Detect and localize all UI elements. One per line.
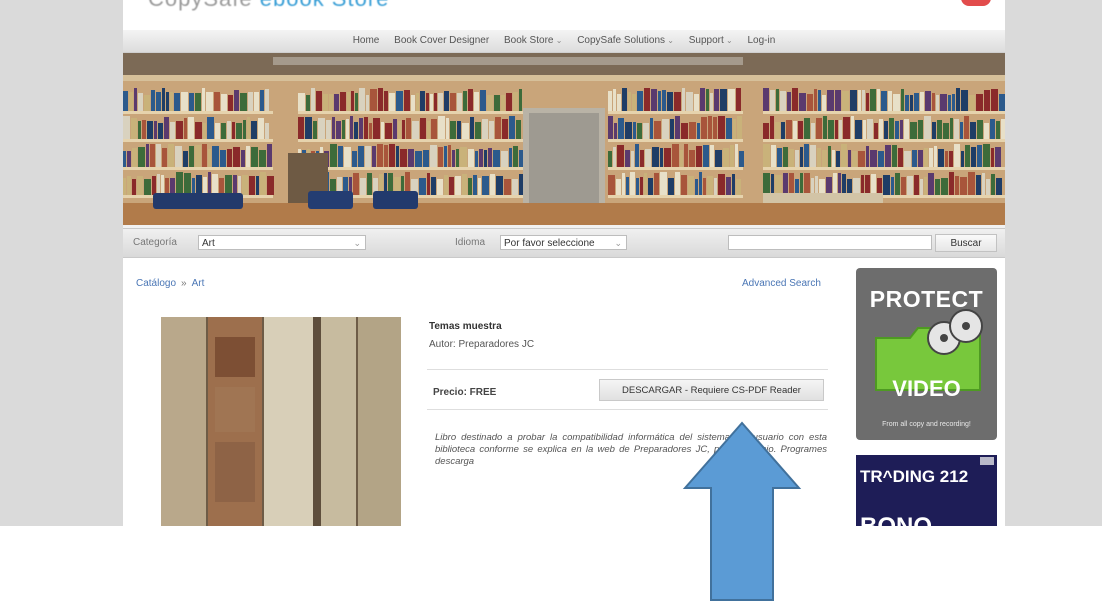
- book-author: Autor: Preparadores JC: [429, 339, 535, 350]
- book-title: Temas muestra: [429, 321, 502, 332]
- book-spines-illustration: [161, 317, 401, 526]
- nav-item-book-cover-designer[interactable]: Book Cover Designer: [394, 35, 489, 46]
- book-price: Precio: FREE: [433, 387, 497, 398]
- protect-video-ad[interactable]: PROTECT VIDEO From all copy and recordin…: [856, 268, 997, 440]
- header-badge[interactable]: [961, 0, 991, 6]
- nav-item-book-store[interactable]: Book Store: [504, 35, 562, 46]
- category-select[interactable]: Art ⌄: [198, 235, 366, 250]
- chevron-down-icon: ⌄: [614, 238, 622, 248]
- nav-item-support[interactable]: Support: [689, 35, 733, 46]
- book-cover-image[interactable]: [161, 317, 401, 526]
- divider: [427, 369, 828, 370]
- nav-item-home[interactable]: Home: [353, 35, 380, 46]
- breadcrumb-separator: »: [181, 278, 187, 289]
- breadcrumb: Catálogo » Art: [136, 278, 204, 289]
- filter-bar: Categoría Art ⌄ Idioma Por favor selecci…: [123, 228, 1005, 258]
- download-button[interactable]: DESCARGAR - Requiere CS-PDF Reader: [599, 379, 824, 401]
- divider: [427, 409, 828, 410]
- book-description: Libro destinado a probar la compatibilid…: [435, 432, 827, 467]
- trading212-ad[interactable]: TR^DING 212 BONO: [856, 455, 997, 526]
- film-reel-icon: [927, 309, 983, 355]
- ad-title: TR^DING 212: [860, 467, 969, 486]
- language-value: Por favor seleccione: [504, 238, 595, 249]
- language-select[interactable]: Por favor seleccione ⌄: [500, 235, 627, 250]
- advanced-search-link[interactable]: Advanced Search: [742, 278, 821, 289]
- web-page: CopySafe ebook Store Home Book Cover Des…: [123, 0, 1005, 526]
- nav-items: Home Book Cover Designer Book Store Copy…: [123, 35, 1005, 46]
- main-content: Catálogo » Art Advanced Search Temas mues…: [123, 258, 1005, 526]
- breadcrumb-current[interactable]: Art: [192, 278, 205, 289]
- nav-item-log-in[interactable]: Log-in: [748, 35, 776, 46]
- nav-item-copysafe-solutions[interactable]: CopySafe Solutions: [577, 35, 674, 46]
- library-banner-image: [123, 53, 1005, 225]
- screenshot-area: CopySafe ebook Store Home Book Cover Des…: [0, 0, 1102, 526]
- main-nav: Home Book Cover Designer Book Store Copy…: [123, 30, 1005, 53]
- library-illustration: [123, 53, 1005, 225]
- language-label: Idioma: [455, 237, 486, 248]
- breadcrumb-root[interactable]: Catálogo: [136, 278, 176, 289]
- ad-subtitle: VIDEO: [892, 376, 961, 401]
- search-button[interactable]: Buscar: [935, 234, 997, 252]
- site-header: CopySafe ebook Store: [123, 0, 1005, 30]
- ad-subtitle: BONO: [860, 513, 932, 526]
- category-label: Categoría: [133, 237, 177, 248]
- logo-accent-text: ebook Store: [260, 0, 390, 11]
- ad-tagline: From all copy and recording!: [882, 421, 971, 428]
- ad-choices-icon[interactable]: [980, 457, 994, 465]
- search-input[interactable]: [728, 235, 932, 250]
- chevron-down-icon: ⌄: [353, 238, 361, 248]
- category-value: Art: [202, 238, 215, 249]
- logo-text: CopySafe: [148, 0, 253, 11]
- site-logo[interactable]: CopySafe ebook Store: [148, 0, 389, 12]
